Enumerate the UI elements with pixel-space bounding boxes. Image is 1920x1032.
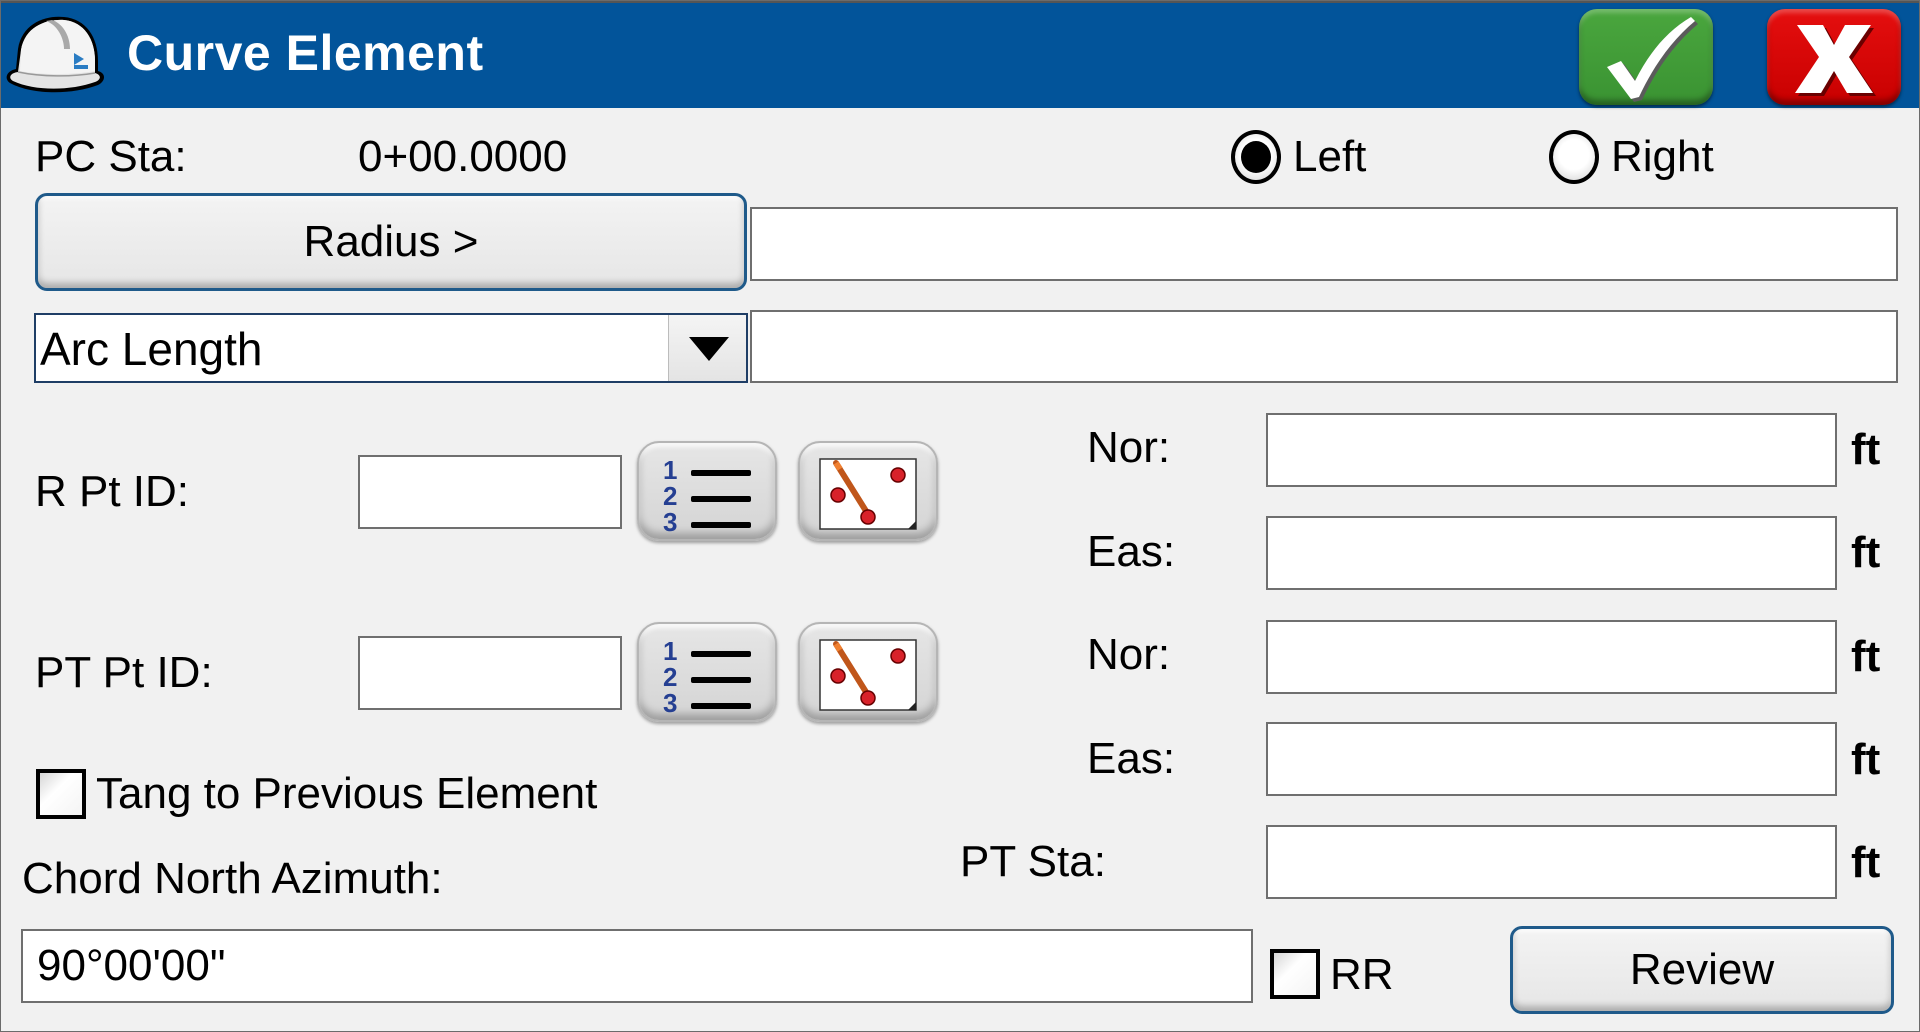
rr-label[interactable]: RR: [1330, 948, 1394, 1002]
svg-text:3: 3: [663, 688, 677, 718]
curve-parameter-selected: Arc Length: [40, 323, 263, 375]
pt-point-input[interactable]: [358, 636, 622, 710]
pt-point-map-button[interactable]: [798, 622, 938, 722]
radio-right-label[interactable]: Right: [1611, 130, 1714, 184]
radio-left[interactable]: [1231, 130, 1281, 184]
pt-point-northing-input[interactable]: [1266, 620, 1837, 694]
map-pick-icon: [819, 639, 917, 711]
checkmark-icon: [1607, 17, 1698, 102]
numbered-list-icon: 1 2 3: [663, 636, 751, 718]
svg-text:3: 3: [663, 507, 677, 537]
curve-parameter-dropdown[interactable]: Arc Length: [34, 313, 748, 383]
radio-left-label[interactable]: Left: [1293, 130, 1366, 184]
radius-input[interactable]: [750, 207, 1898, 281]
r-point-list-button[interactable]: 1 2 3: [637, 441, 777, 541]
pt-point-easting-unit: ft: [1851, 735, 1881, 784]
pt-point-northing-label: Nor:: [1087, 630, 1171, 679]
x-close-icon: [1795, 25, 1876, 96]
pt-station-input[interactable]: [1266, 825, 1837, 899]
pc-station-label: PC Sta:: [35, 132, 187, 181]
map-pick-icon: [819, 458, 917, 530]
numbered-list-icon: 1 2 3: [663, 455, 751, 537]
radio-right[interactable]: [1549, 130, 1599, 184]
review-button-label: Review: [1629, 945, 1775, 994]
curve-parameter-input[interactable]: [750, 310, 1898, 383]
ok-button[interactable]: [1579, 9, 1713, 105]
pt-point-easting-input[interactable]: [1266, 722, 1837, 796]
tangent-to-previous-checkbox[interactable]: [36, 769, 86, 819]
radius-button-label: Radius >: [303, 217, 479, 266]
r-point-input[interactable]: [358, 455, 622, 529]
pt-station-label: PT Sta:: [960, 837, 1106, 886]
title-bar: Curve Element: [0, 0, 1920, 108]
r-point-easting-unit: ft: [1851, 528, 1881, 577]
pt-point-label: PT Pt ID:: [35, 648, 213, 697]
pt-point-list-button[interactable]: 1 2 3: [637, 622, 777, 722]
window-title: Curve Element: [127, 25, 484, 81]
pt-point-northing-unit: ft: [1851, 632, 1881, 681]
rr-checkbox[interactable]: [1270, 949, 1320, 999]
chord-azimuth-label: Chord North Azimuth:: [22, 854, 443, 903]
r-point-northing-label: Nor:: [1087, 423, 1171, 472]
r-point-northing-unit: ft: [1851, 425, 1881, 474]
r-point-easting-label: Eas:: [1087, 527, 1176, 576]
r-point-label: R Pt ID:: [35, 467, 190, 516]
hard-hat-icon: [6, 16, 104, 93]
cancel-button[interactable]: [1767, 9, 1901, 105]
pc-station-value: 0+00.0000: [358, 132, 568, 181]
radius-button[interactable]: Radius >: [35, 193, 747, 291]
review-button[interactable]: Review: [1510, 926, 1894, 1014]
pt-point-easting-label: Eas:: [1087, 734, 1176, 783]
chord-azimuth-input[interactable]: 90°00'00": [21, 929, 1253, 1003]
r-point-northing-input[interactable]: [1266, 413, 1837, 487]
pt-station-unit: ft: [1851, 838, 1881, 887]
r-point-map-button[interactable]: [798, 441, 938, 541]
r-point-easting-input[interactable]: [1266, 516, 1837, 590]
chevron-down-icon[interactable]: [668, 315, 746, 381]
tangent-to-previous-label[interactable]: Tang to Previous Element: [96, 767, 597, 821]
